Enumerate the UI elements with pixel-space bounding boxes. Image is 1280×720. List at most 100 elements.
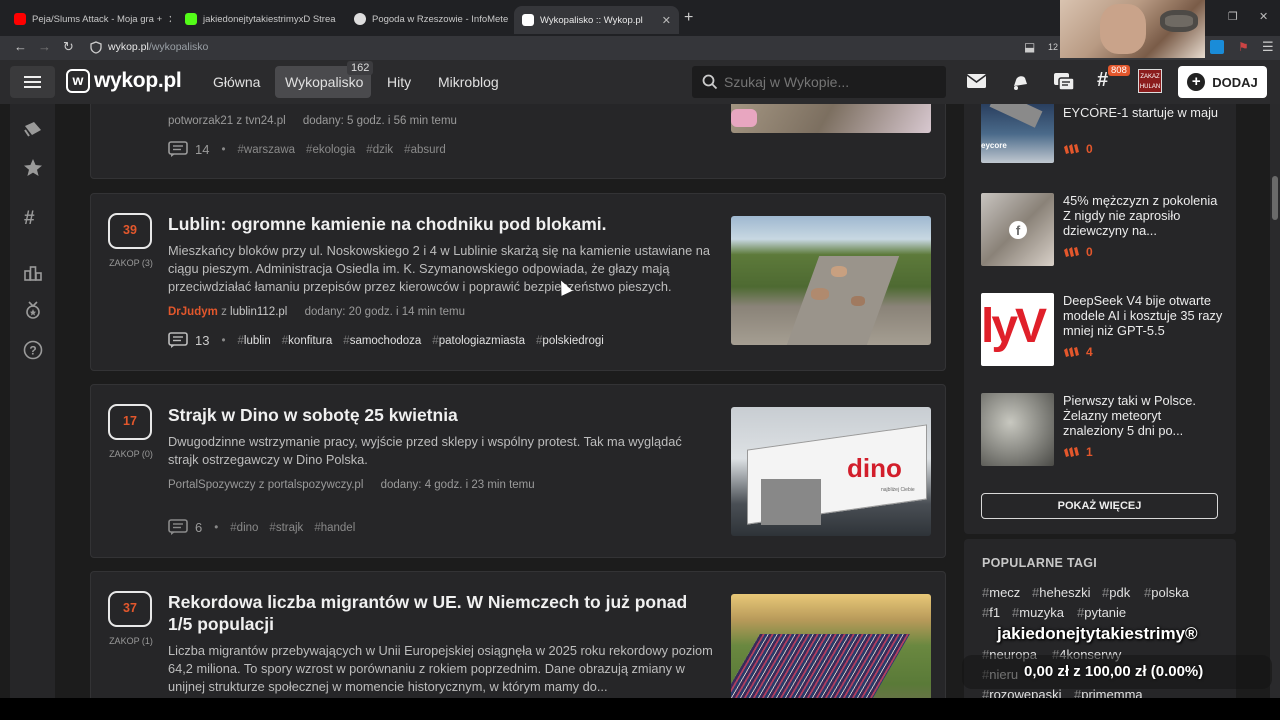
browser-tab-wykop[interactable]: Wykopalisko :: Wykop.pl ✕ [514, 6, 679, 34]
new-tab-button[interactable]: + [684, 9, 693, 27]
thumbnail-rock [811, 288, 829, 300]
tag-link[interactable]: #dino [230, 522, 258, 534]
user-avatar[interactable]: ZAKAZ HULAN [1138, 69, 1162, 93]
article-thumbnail[interactable] [731, 216, 931, 345]
zakop-button[interactable]: ZAKOP (0) [101, 449, 161, 459]
sidebar-link-item[interactable]: lyV DeepSeek V4 bije otwarte modele AI i… [981, 293, 1222, 367]
article-thumbnail[interactable]: dino najbliżej Ciebie [731, 407, 931, 536]
tab-title: Peja/Slums Attack - Moja gra + [32, 13, 163, 25]
bell-icon[interactable] [1010, 72, 1030, 92]
browser-tab-weather[interactable]: Pogoda w Rzeszowie - InfoMete ✕ [346, 8, 509, 30]
popular-tag[interactable]: #polska [1144, 585, 1189, 600]
nav-hity[interactable]: Hity [387, 74, 411, 90]
sidebar-link-item[interactable]: Pierwszy taki w Polsce. Żelazny meteoryt… [981, 393, 1221, 467]
popular-tag[interactable]: #muzyka [1012, 605, 1064, 620]
sidebar-link-score: 0 [1063, 245, 1093, 259]
wykop-votes-icon [1064, 347, 1079, 357]
site-info-icon[interactable] [90, 41, 102, 54]
tag-link[interactable]: #konfitura [282, 335, 333, 347]
popular-tag[interactable]: #f1 [982, 605, 1000, 620]
tag-link[interactable]: #samochodoza [343, 335, 421, 347]
comment-count[interactable]: 14 [195, 142, 209, 157]
popular-tag[interactable]: #heheszki [1032, 585, 1091, 600]
tag-link[interactable]: #polskiedrogi [536, 335, 604, 347]
close-tab-icon[interactable]: ✕ [168, 13, 171, 26]
article-added-time: dodany: 5 godz. i 56 min temu [302, 115, 457, 127]
star-icon[interactable] [23, 158, 43, 178]
article-source[interactable]: portalspozywczy.pl [268, 479, 364, 491]
close-tab-icon[interactable]: ✕ [662, 14, 671, 27]
reload-icon[interactable]: ↻ [63, 39, 74, 55]
close-window-icon[interactable]: ✕ [1259, 10, 1268, 23]
article-title[interactable]: Strajk w Dino w sobotę 25 kwietnia [168, 404, 708, 426]
restore-window-icon[interactable]: ❐ [1228, 10, 1238, 23]
tag-link[interactable]: #dzik [366, 144, 393, 156]
tab-title: jakiedonejtytakiestrimyxD Strea [203, 13, 336, 25]
nav-mikroblog[interactable]: Mikroblog [438, 74, 499, 90]
nav-wykopalisko[interactable]: Wykopalisko [285, 74, 363, 90]
zakop-button[interactable]: ZAKOP (1) [101, 636, 161, 646]
source-prefix: z [258, 479, 265, 491]
add-button[interactable]: + DODAJ [1178, 66, 1267, 98]
tab-title: Wykopalisko :: Wykop.pl [540, 14, 643, 26]
tab-title: Pogoda w Rzeszowie - InfoMete [372, 13, 509, 25]
sidebar-link-item[interactable]: f 45% mężczyzn z pokolenia Z nigdy nie z… [981, 193, 1221, 267]
comment-count[interactable]: 6 [195, 520, 202, 535]
url-path: /wykopalisko [148, 41, 209, 53]
show-more-button[interactable]: POKAŻ WIĘCEJ [981, 493, 1218, 519]
browser-tab-youtube[interactable]: Peja/Slums Attack - Moja gra + ✕ [6, 8, 171, 30]
article-source[interactable]: lublin112.pl [230, 306, 287, 318]
extension-icon[interactable]: ⚑ [1238, 40, 1249, 54]
back-icon[interactable]: ← [14, 39, 27, 54]
tag-link[interactable]: #strajk [269, 522, 303, 534]
sidebar-link-item[interactable]: eycore własny radar SAR. EYCORE-1 startu… [981, 104, 1221, 164]
article-author[interactable]: DrJudym [168, 306, 218, 318]
hamburger-menu-button[interactable] [10, 66, 55, 98]
hashtag-icon[interactable]: # [24, 208, 35, 230]
comments-icon[interactable] [168, 332, 188, 349]
wykop-logo[interactable]: w wykop.pl [66, 69, 182, 93]
comments-icon[interactable] [168, 519, 188, 536]
article-source[interactable]: tvn24.pl [245, 115, 285, 127]
article-title[interactable]: Rekordowa liczba migrantów w UE. W Niemc… [168, 591, 708, 635]
vote-count-button[interactable]: 39 [108, 213, 152, 249]
tag-link[interactable]: #warszawa [238, 144, 296, 156]
messages-icon[interactable] [1053, 72, 1075, 92]
comments-icon[interactable] [168, 141, 188, 158]
vote-count-button[interactable]: 37 [108, 591, 152, 627]
install-app-icon[interactable]: ⬓ [1024, 40, 1035, 54]
article-author[interactable]: potworzak21 [168, 115, 233, 127]
article-title[interactable]: Lublin: ogromne kamienie na chodniku pod… [168, 213, 708, 235]
streamer-face [1100, 4, 1146, 54]
browser-tab-kick[interactable]: jakiedonejtytakiestrimyxD Strea ✕ [177, 8, 340, 30]
tag-link[interactable]: #absurd [404, 144, 446, 156]
shazam-extension-icon[interactable] [1210, 40, 1224, 54]
tag-link[interactable]: #handel [314, 522, 355, 534]
help-icon[interactable]: ? [23, 340, 43, 360]
article-thumbnail[interactable] [731, 104, 931, 133]
medal-icon[interactable] [23, 300, 43, 320]
webcam-overlay [1060, 0, 1205, 58]
vote-count-button[interactable]: 17 [108, 404, 152, 440]
article-thumbnail[interactable] [731, 594, 931, 698]
url-field[interactable]: wykop.pl/wykopalisko [108, 41, 208, 53]
page-scrollbar[interactable] [1270, 104, 1280, 698]
article-author[interactable]: PortalSpozywczy [168, 479, 256, 491]
search-input[interactable] [724, 72, 934, 92]
tags-icon[interactable]: # [1097, 69, 1108, 92]
browser-menu-icon[interactable]: ☰ [1262, 39, 1274, 55]
comment-count[interactable]: 13 [195, 333, 209, 348]
tag-link[interactable]: #ekologia [306, 144, 355, 156]
tag-link[interactable]: #lublin [238, 335, 271, 347]
zakop-button[interactable]: ZAKOP (3) [101, 258, 161, 268]
nav-glowna[interactable]: Główna [213, 74, 260, 90]
mail-icon[interactable] [966, 72, 987, 90]
popular-tag[interactable]: #pdk [1102, 585, 1130, 600]
popular-tag[interactable]: #mecz [982, 585, 1020, 600]
wykop-home-icon[interactable] [23, 120, 43, 140]
tag-link[interactable]: #patologiazmiasta [432, 335, 525, 347]
scrollbar-thumb[interactable] [1272, 176, 1278, 220]
forward-icon[interactable]: → [38, 39, 51, 54]
ranking-icon[interactable] [23, 262, 43, 282]
popular-tag[interactable]: #pytanie [1077, 605, 1126, 620]
